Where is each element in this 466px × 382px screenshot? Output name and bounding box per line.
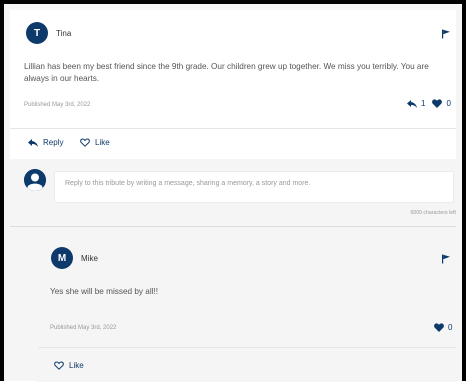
reply-input[interactable]: [55, 172, 453, 202]
tribute-action-bar: Reply Like: [10, 128, 456, 159]
flag-icon[interactable]: [441, 254, 451, 264]
reply-message: Yes she will be missed by all!!: [50, 287, 159, 296]
like-button[interactable]: Like: [80, 138, 110, 147]
reply-compose-box[interactable]: [54, 171, 454, 203]
character-count: 5000 characters left: [410, 210, 456, 216]
heart-icon[interactable]: [434, 323, 444, 332]
reply-author-initial: M: [57, 252, 67, 264]
heart-outline-icon: [54, 361, 64, 370]
reply-count: 1: [421, 99, 426, 108]
reply-action-bar: Like: [38, 347, 456, 382]
reply-like-label: Like: [69, 361, 84, 370]
heart-outline-icon: [80, 138, 90, 147]
tribute-stats: 1 0: [407, 99, 451, 108]
reply-card: M Mike Yes she will be missed by all!! P…: [38, 236, 456, 347]
heart-icon[interactable]: [432, 99, 443, 108]
tribute-message: Lillian has been my best friend since th…: [24, 62, 429, 83]
reply-button[interactable]: Reply: [28, 138, 63, 147]
reply-author-name: Mike: [81, 254, 98, 263]
reply-author-avatar: M: [51, 247, 73, 269]
author-initial: T: [33, 27, 41, 39]
user-avatar-icon: [24, 169, 46, 191]
reply-stats: 0: [434, 323, 452, 332]
reply-arrow-icon: [407, 99, 417, 108]
flag-icon[interactable]: [441, 29, 451, 39]
like-label: Like: [95, 138, 110, 147]
reply-published-date: Published May 3rd, 2022: [50, 325, 117, 331]
author-avatar: T: [26, 22, 48, 44]
published-date: Published May 3rd, 2022: [24, 102, 91, 108]
reply-like-button[interactable]: Like: [54, 361, 84, 370]
section-divider: [10, 226, 456, 227]
reply-label: Reply: [43, 138, 64, 147]
tribute-card: T Tina Lillian has been my best friend s…: [10, 10, 456, 128]
like-count: 0: [446, 99, 451, 108]
reply-like-count: 0: [448, 323, 453, 332]
author-name: Tina: [56, 29, 72, 38]
reply-arrow-icon: [28, 138, 38, 147]
